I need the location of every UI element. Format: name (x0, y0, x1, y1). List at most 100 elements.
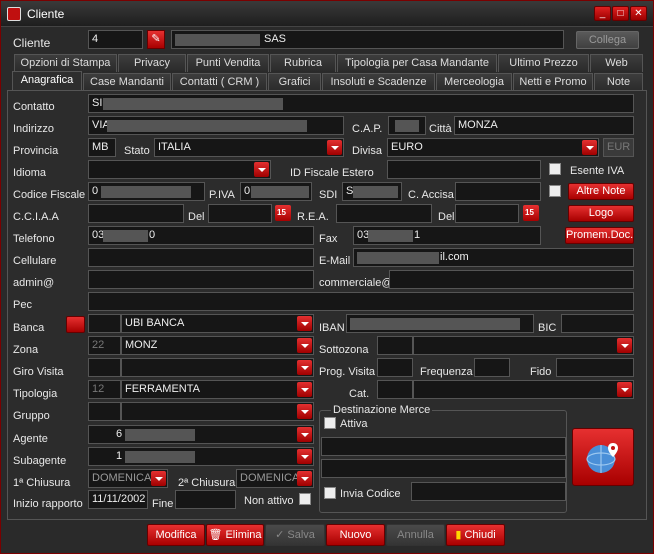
tab-ultimo-prezzo[interactable]: Ultimo Prezzo (498, 54, 589, 72)
inizio-date-field[interactable]: 11/11/2002 (88, 490, 148, 509)
cliente-name-field[interactable]: SAS (171, 30, 564, 49)
tab-privacy[interactable]: Privacy (118, 54, 186, 72)
invia-codice-field[interactable] (411, 482, 566, 501)
sottozona-code-field[interactable] (377, 336, 413, 355)
chevron-down-icon[interactable] (297, 316, 312, 331)
accisa-checkbox[interactable] (549, 185, 561, 197)
del2-date-field[interactable] (455, 204, 519, 223)
chiusura2-select[interactable]: DOMENICA (236, 469, 314, 488)
email-field[interactable]: il.com (353, 248, 634, 267)
tab-insoluti[interactable]: Insoluti e Scadenze (322, 73, 435, 91)
chevron-down-icon[interactable] (254, 162, 269, 177)
gruppo-code-field[interactable] (88, 402, 121, 421)
admin-email-field[interactable] (88, 270, 314, 289)
del1-date-field[interactable] (208, 204, 272, 223)
maximize-button[interactable]: □ (612, 6, 629, 21)
tab-contatti-crm[interactable]: Contatti ( CRM ) (172, 73, 267, 91)
chevron-down-icon[interactable] (327, 140, 342, 155)
client-search-icon[interactable]: ✎ (147, 30, 165, 49)
non-attivo-checkbox[interactable] (299, 493, 311, 505)
codice-fiscale-field[interactable]: 0 (88, 182, 205, 201)
indirizzo-field[interactable]: VIA (88, 116, 344, 135)
chevron-down-icon[interactable] (151, 471, 166, 486)
tipologia-select[interactable]: FERRAMENTA (121, 380, 314, 399)
chevron-down-icon[interactable] (297, 471, 312, 486)
cciaa-field[interactable] (88, 204, 184, 223)
calendar-icon[interactable] (523, 205, 539, 221)
tab-case-mandanti[interactable]: Case Mandanti (83, 73, 171, 91)
chevron-down-icon[interactable] (297, 427, 312, 442)
tab-punti-vendita[interactable]: Punti Vendita (187, 54, 269, 72)
sdi-field[interactable]: S (342, 182, 402, 201)
chevron-down-icon[interactable] (297, 360, 312, 375)
commerciale-email-field[interactable] (389, 270, 634, 289)
banca-code-field[interactable] (88, 314, 121, 333)
banca-search-icon[interactable] (66, 316, 85, 333)
fine-date-field[interactable] (175, 490, 236, 509)
tab-opzioni-stampa[interactable]: Opzioni di Stampa (14, 54, 117, 72)
tab-netti-promo[interactable]: Netti e Promo (513, 73, 593, 91)
calendar-icon[interactable] (275, 205, 291, 221)
tab-anagrafica[interactable]: Anagrafica (12, 71, 82, 91)
chevron-down-icon[interactable] (297, 449, 312, 464)
id-fiscale-field[interactable] (387, 160, 541, 179)
frequenza-field[interactable] (474, 358, 510, 377)
tab-web[interactable]: Web (590, 54, 643, 72)
idioma-select[interactable] (88, 160, 271, 179)
salva-button[interactable]: ✓ Salva (265, 524, 325, 546)
cellulare-field[interactable] (88, 248, 314, 267)
logo-button[interactable]: Logo (568, 205, 634, 222)
promemoria-button[interactable]: Promem.Doc. (565, 227, 634, 244)
contatto-field[interactable]: SI (88, 94, 634, 113)
subagente-select[interactable]: 1 (88, 447, 314, 466)
tab-merceologia[interactable]: Merceologia (436, 73, 512, 91)
invia-codice-checkbox[interactable] (324, 487, 336, 499)
piva-field[interactable]: 0 (240, 182, 312, 201)
fido-field[interactable] (556, 358, 634, 377)
esente-iva-checkbox[interactable] (549, 163, 561, 175)
stato-select[interactable]: ITALIA (154, 138, 344, 157)
sottozona-select[interactable] (413, 336, 634, 355)
destinazione-field-2[interactable] (321, 459, 566, 478)
accisa-field[interactable] (455, 182, 541, 201)
minimize-button[interactable]: _ (594, 6, 611, 21)
cap-field[interactable] (388, 116, 426, 135)
tab-rubrica[interactable]: Rubrica (270, 54, 336, 72)
cat-select[interactable] (413, 380, 634, 399)
chiudi-button[interactable]: ▮ Chiudi (446, 524, 505, 546)
agente-select[interactable]: 6 (88, 425, 314, 444)
tipologia-code-field[interactable]: 12 (88, 380, 121, 399)
gruppo-select[interactable] (121, 402, 314, 421)
chevron-down-icon[interactable] (617, 382, 632, 397)
cliente-code-field[interactable]: 4 (88, 30, 143, 49)
chevron-down-icon[interactable] (297, 338, 312, 353)
collega-button[interactable]: Collega (576, 31, 639, 49)
tab-grafici[interactable]: Grafici (268, 73, 321, 91)
zona-code-field[interactable]: 22 (88, 336, 121, 355)
cat-code-field[interactable] (377, 380, 413, 399)
provincia-field[interactable]: MB (88, 138, 116, 157)
destinazione-field-1[interactable] (321, 437, 566, 456)
altre-note-button[interactable]: Altre Note (568, 183, 634, 200)
rea-field[interactable] (336, 204, 432, 223)
pec-field[interactable] (88, 292, 634, 311)
tab-tipologia-casa[interactable]: Tipologia per Casa Mandante (337, 54, 497, 72)
attiva-checkbox[interactable] (324, 417, 336, 429)
chevron-down-icon[interactable] (297, 404, 312, 419)
modifica-button[interactable]: Modifica (147, 524, 205, 546)
citta-field[interactable]: MONZA (454, 116, 634, 135)
map-button[interactable] (572, 428, 634, 486)
chevron-down-icon[interactable] (617, 338, 632, 353)
elimina-button[interactable]: 🗑 Elimina (206, 524, 264, 546)
giro-visita-code-field[interactable] (88, 358, 121, 377)
banca-select[interactable]: UBI BANCA (121, 314, 314, 333)
bic-field[interactable] (561, 314, 634, 333)
fax-field[interactable]: 03 1 (353, 226, 541, 245)
tab-note[interactable]: Note (594, 73, 643, 91)
iban-field[interactable] (346, 314, 534, 333)
close-button[interactable]: ✕ (630, 6, 647, 21)
chiusura1-select[interactable]: DOMENICA (88, 469, 168, 488)
zona-select[interactable]: MONZ (121, 336, 314, 355)
divisa-select[interactable]: EURO (387, 138, 599, 157)
annulla-button[interactable]: Annulla (386, 524, 445, 546)
